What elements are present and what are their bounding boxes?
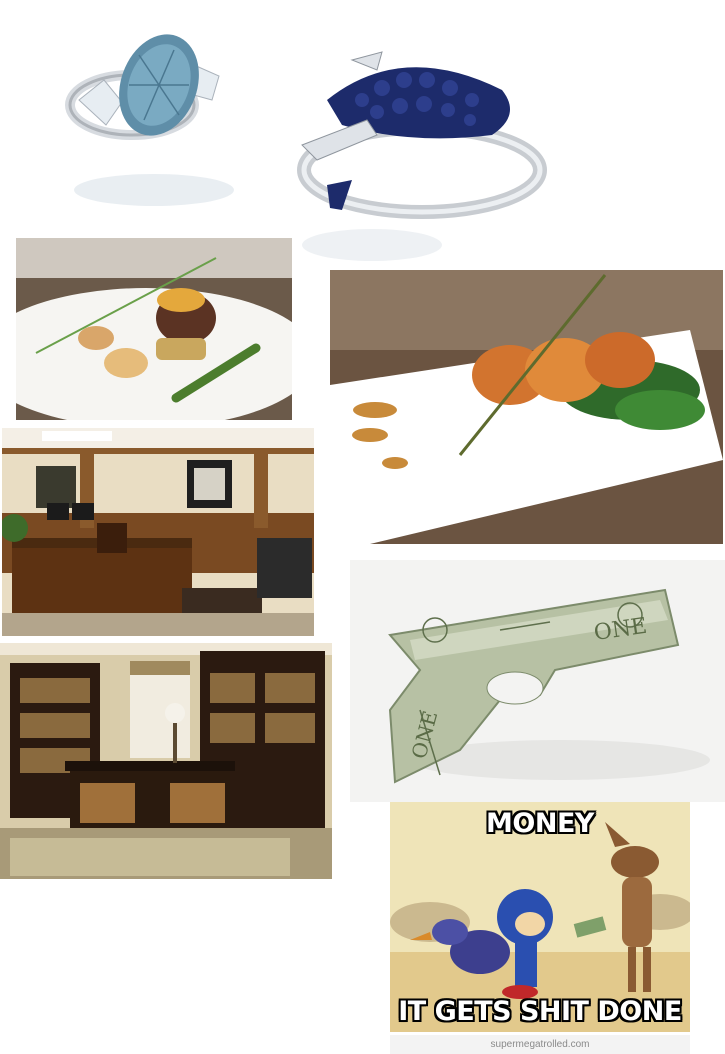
scallop-dish-photo	[16, 238, 292, 420]
wood-office-photo	[2, 428, 314, 636]
dollar-origami-gun-photo: ONE ONE	[350, 560, 725, 802]
meme-credit-text: supermegatrolled.com	[390, 1035, 690, 1054]
meme-top-caption: MONEY	[486, 808, 594, 839]
blue-diamond-ring-photo	[14, 10, 254, 215]
sapphire-dolphin-ring-photo	[282, 30, 550, 266]
money-meme-image: MONEY IT GETS SHIT DONE	[390, 802, 690, 1032]
fish-cake-dish-photo	[330, 270, 723, 544]
meme-bottom-caption: IT GETS SHIT DONE	[398, 996, 682, 1027]
home-office-photo	[0, 643, 332, 879]
